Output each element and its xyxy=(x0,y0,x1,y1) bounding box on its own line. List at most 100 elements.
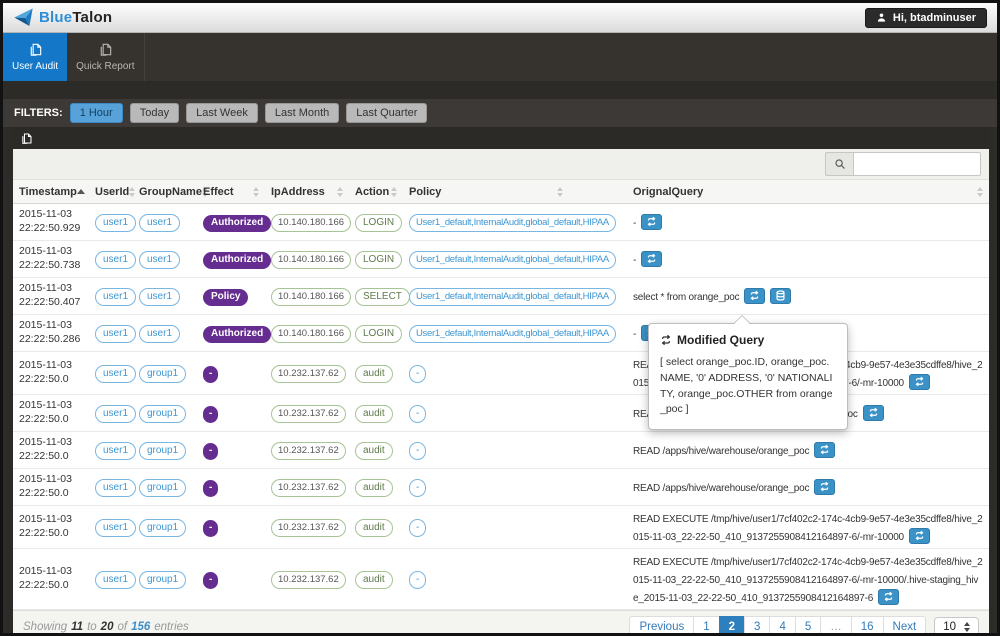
action-badge[interactable]: LOGIN xyxy=(355,250,403,270)
policy-badge[interactable]: - xyxy=(409,404,427,424)
userid-badge[interactable]: user1 xyxy=(95,518,137,538)
groupname-badge[interactable]: user1 xyxy=(139,213,181,233)
groupname-badge[interactable]: group1 xyxy=(139,518,187,538)
ipaddress-badge[interactable]: 10.232.137.62 xyxy=(271,365,346,383)
search-input[interactable] xyxy=(853,152,981,176)
policy-badge[interactable]: User1_default,InternalAudit,global_defau… xyxy=(409,288,616,306)
modified-query-button[interactable] xyxy=(878,588,900,605)
userid-badge[interactable]: user1 xyxy=(95,570,137,590)
brand-name: BlueTalon xyxy=(39,9,113,26)
groupname-badge[interactable]: group1 xyxy=(139,364,187,384)
pagination-page-3[interactable]: 3 xyxy=(744,616,771,633)
pagination-page-16[interactable]: 16 xyxy=(850,616,884,633)
pagination-next[interactable]: Next xyxy=(882,616,927,633)
policy-badge[interactable]: User1_default,InternalAudit,global_defau… xyxy=(409,325,616,343)
userid-badge[interactable]: user1 xyxy=(95,324,137,344)
ipaddress-badge[interactable]: 10.140.180.166 xyxy=(271,288,352,306)
groupname-badge[interactable]: user1 xyxy=(139,250,181,270)
filter-today[interactable]: Today xyxy=(129,103,180,123)
modified-query-button[interactable] xyxy=(814,441,836,458)
groupname-badge[interactable]: group1 xyxy=(139,441,187,461)
action-badge[interactable]: audit xyxy=(355,404,393,424)
repeat-icon xyxy=(749,290,760,301)
policy-badge[interactable]: User1_default,InternalAudit,global_defau… xyxy=(409,214,616,232)
ipaddress-badge[interactable]: 10.232.137.62 xyxy=(271,571,346,589)
filter-last-quarter[interactable]: Last Quarter xyxy=(346,103,428,123)
modified-query-popover: Modified Query [ select orange_poc.ID, o… xyxy=(648,315,848,430)
user-menu-button[interactable]: Hi, btadminuser xyxy=(864,7,987,28)
original-query-text: - xyxy=(633,329,637,340)
pagination: Previous 1 2 3 4 5 … 16 Next 10 xyxy=(629,616,979,633)
groupname-badge[interactable]: user1 xyxy=(139,324,181,344)
userid-badge[interactable]: user1 xyxy=(95,441,137,461)
pagination-page-5[interactable]: 5 xyxy=(794,616,822,633)
pagination-page-2-active[interactable]: 2 xyxy=(718,616,746,633)
action-badge[interactable]: audit xyxy=(355,478,393,498)
userid-badge[interactable]: user1 xyxy=(95,250,137,270)
action-badge[interactable]: audit xyxy=(355,364,393,384)
policy-badge[interactable]: - xyxy=(409,518,427,538)
filter-1-hour[interactable]: 1 Hour xyxy=(69,103,123,123)
ipaddress-badge[interactable]: 10.140.180.166 xyxy=(271,325,352,343)
groupname-badge[interactable]: user1 xyxy=(139,287,181,307)
modified-query-button[interactable] xyxy=(641,213,663,230)
action-badge[interactable]: audit xyxy=(355,441,393,461)
userid-badge[interactable]: user1 xyxy=(95,404,137,424)
action-badge[interactable]: LOGIN xyxy=(355,324,403,344)
tab-user-audit[interactable]: User Audit xyxy=(3,33,68,81)
pagination-page-1[interactable]: 1 xyxy=(693,616,720,633)
ipaddress-badge[interactable]: 10.140.180.166 xyxy=(271,214,352,232)
sort-icon xyxy=(557,186,563,197)
popover-title: Modified Query xyxy=(660,333,836,347)
modified-query-button[interactable] xyxy=(641,250,663,267)
userid-badge[interactable]: user1 xyxy=(95,478,137,498)
filter-last-week[interactable]: Last Week xyxy=(186,103,258,123)
action-badge[interactable]: LOGIN xyxy=(355,213,403,233)
effect-badge: - xyxy=(203,572,219,589)
ipaddress-badge[interactable]: 10.232.137.62 xyxy=(271,442,346,460)
ipaddress-badge[interactable]: 10.232.137.62 xyxy=(271,479,346,497)
modified-query-button[interactable] xyxy=(744,287,766,304)
policy-badge[interactable]: User1_default,InternalAudit,global_defau… xyxy=(409,251,616,269)
column-header-action[interactable]: Action xyxy=(349,186,403,198)
timestamp-cell: 2015-11-03 22:22:50.0 xyxy=(19,473,72,499)
spacer-band xyxy=(3,81,997,99)
ipaddress-badge[interactable]: 10.140.180.166 xyxy=(271,251,352,269)
original-query-cell: READ EXECUTE /tmp/hive/user1/7cf402c2-17… xyxy=(627,549,989,609)
filter-last-month[interactable]: Last Month xyxy=(264,103,340,123)
modified-query-button[interactable] xyxy=(862,404,884,421)
column-header-ipaddress[interactable]: IpAddress xyxy=(265,186,349,198)
groupname-badge[interactable]: group1 xyxy=(139,570,187,590)
action-badge[interactable]: audit xyxy=(355,518,393,538)
page-size-select[interactable]: 10 xyxy=(934,617,979,633)
ipaddress-badge[interactable]: 10.232.137.62 xyxy=(271,519,346,537)
groupname-badge[interactable]: group1 xyxy=(139,404,187,424)
report-icon[interactable] xyxy=(20,132,33,145)
action-badge[interactable]: SELECT xyxy=(355,287,410,307)
query-result-button[interactable] xyxy=(770,287,792,304)
column-header-timestamp[interactable]: Timestamp xyxy=(13,186,89,198)
action-badge[interactable]: audit xyxy=(355,570,393,590)
tab-label: Quick Report xyxy=(76,61,135,72)
policy-badge[interactable]: - xyxy=(409,478,427,498)
policy-badge[interactable]: - xyxy=(409,441,427,461)
userid-badge[interactable]: user1 xyxy=(95,364,137,384)
userid-badge[interactable]: user1 xyxy=(95,213,137,233)
column-header-groupname[interactable]: GroupName xyxy=(133,186,208,198)
ipaddress-badge[interactable]: 10.232.137.62 xyxy=(271,405,346,423)
userid-badge[interactable]: user1 xyxy=(95,287,137,307)
policy-badge[interactable]: - xyxy=(409,364,427,384)
modified-query-button[interactable] xyxy=(908,373,930,390)
modified-query-button[interactable] xyxy=(908,527,930,544)
policy-badge[interactable]: - xyxy=(409,570,427,590)
tab-quick-report[interactable]: Quick Report xyxy=(67,33,145,81)
groupname-badge[interactable]: group1 xyxy=(139,478,187,498)
table-row: 2015-11-03 22:22:50.0 user1 group1 - 10.2… xyxy=(13,549,989,610)
column-header-userid[interactable]: UserId xyxy=(89,186,136,198)
modified-query-button[interactable] xyxy=(814,478,836,495)
column-header-policy[interactable]: Policy xyxy=(403,186,627,198)
pagination-previous[interactable]: Previous xyxy=(629,616,695,633)
pagination-page-4[interactable]: 4 xyxy=(769,616,796,633)
column-header-effect[interactable]: Effect xyxy=(197,186,265,198)
column-header-orignalquery[interactable]: OrignalQuery xyxy=(627,186,989,198)
